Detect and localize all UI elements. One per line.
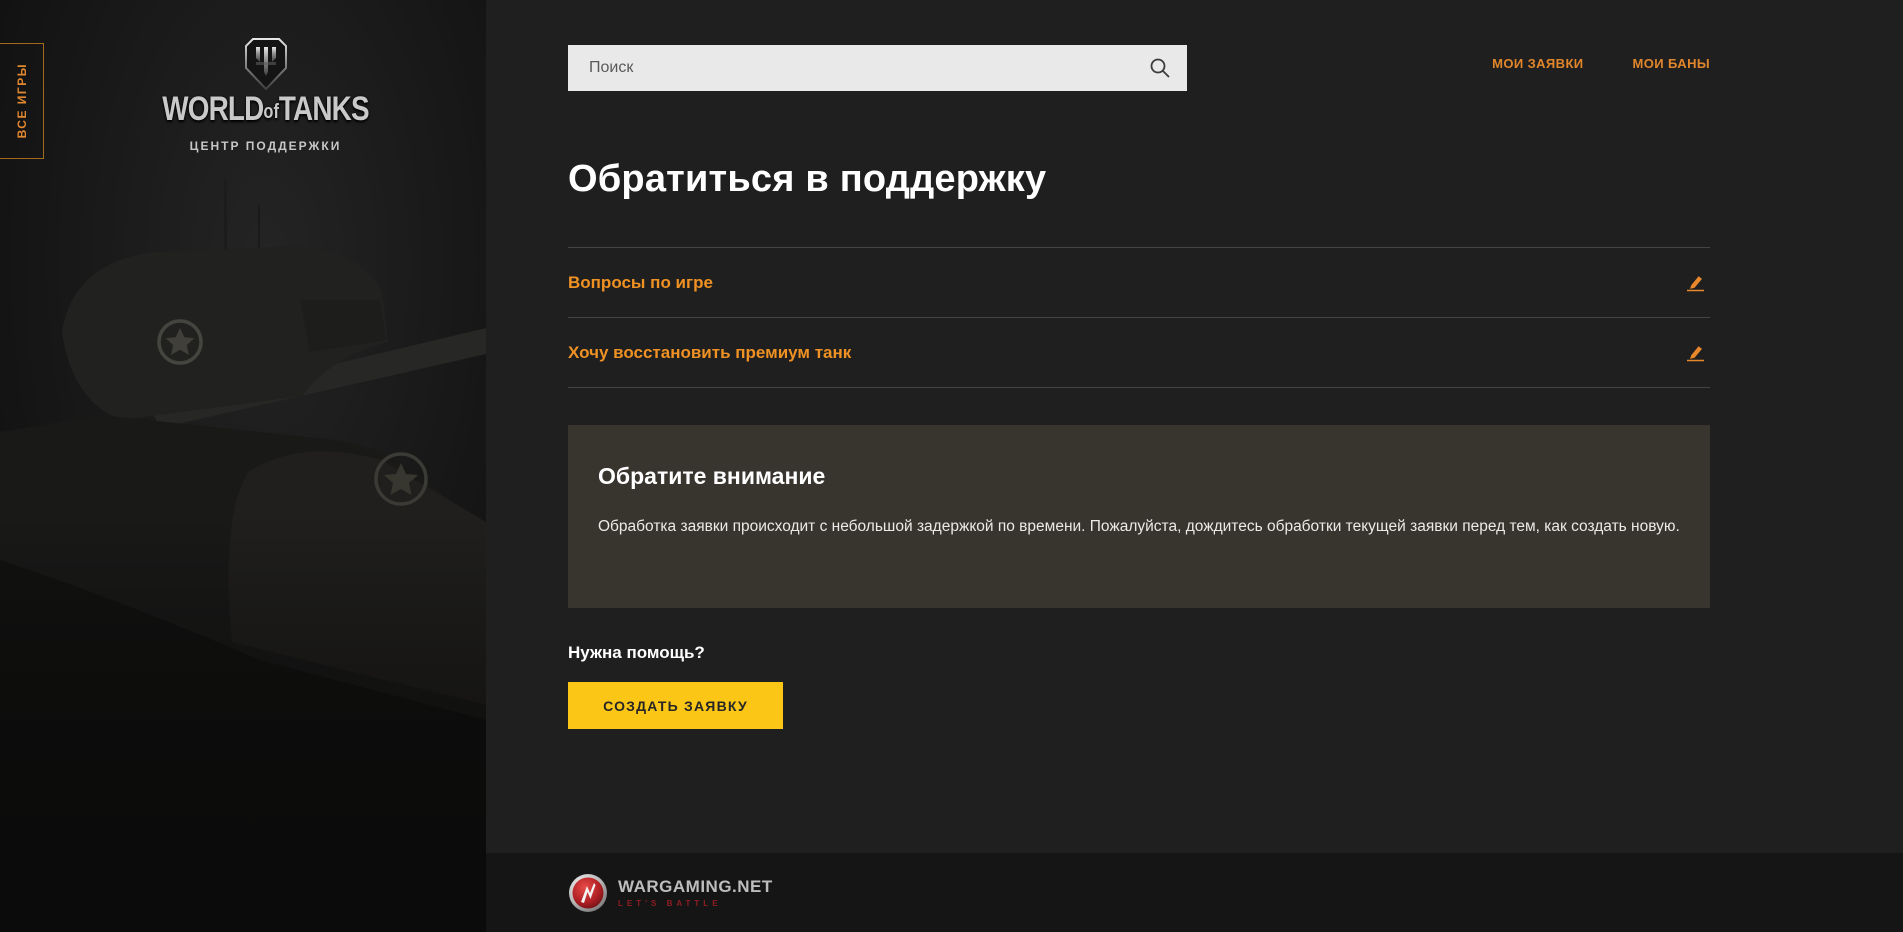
notice-box: Обратите внимание Обработка заявки проис… [568,425,1710,608]
category-row-game-questions[interactable]: Вопросы по игре [568,247,1710,317]
category-label[interactable]: Хочу восстановить премиум танк [568,343,851,363]
category-row-restore-premium-tank[interactable]: Хочу восстановить премиум танк [568,317,1710,387]
wot-shield-icon [245,38,287,90]
support-center-page: ВСЕ ИГРЫ WORLDofTANKS ЦЕНТР ПОДДЕРЖКИ [0,0,1903,932]
search-bar [568,45,1187,91]
support-center-subtitle: ЦЕНТР ПОДДЕРЖКИ [45,139,486,153]
page-title: Обратиться в поддержку [568,158,1046,201]
wargaming-brand-text: WARGAMING.NET [618,878,773,895]
wargaming-wordmark: WARGAMING.NET LET'S BATTLE [618,878,773,908]
all-games-label: ВСЕ ИГРЫ [15,63,29,138]
all-games-tab[interactable]: ВСЕ ИГРЫ [0,43,44,159]
wot-wordmark: WORLDofTANKS [85,92,447,129]
notice-body: Обработка заявки происходит с небольшой … [598,514,1680,540]
edit-button[interactable] [1680,339,1710,366]
divider [568,387,1710,388]
pencil-edit-icon [1684,343,1706,362]
wargaming-emblem-icon [568,873,608,913]
notice-title: Обратите внимание [598,463,1680,490]
wordmark-world: WORLD [162,90,263,128]
create-ticket-button[interactable]: СОЗДАТЬ ЗАЯВКУ [568,682,783,729]
search-button[interactable] [1133,45,1187,91]
main-content: МОИ ЗАЯВКИ МОИ БАНЫ Обратиться в поддерж… [486,0,1903,853]
edit-button[interactable] [1680,269,1710,296]
pencil-edit-icon [1684,273,1706,292]
category-label[interactable]: Вопросы по игре [568,273,713,293]
top-nav: МОИ ЗАЯВКИ МОИ БАНЫ [1492,56,1710,71]
footer: WARGAMING.NET LET'S BATTLE [486,853,1903,932]
wordmark-tanks: TANKS [279,90,369,128]
magnifier-icon [1148,56,1172,80]
sidebar: ВСЕ ИГРЫ WORLDofTANKS ЦЕНТР ПОДДЕРЖКИ [0,0,486,932]
category-list: Вопросы по игре Хочу восстановить премиу… [568,247,1710,388]
wargaming-tagline: LET'S BATTLE [618,899,773,908]
help-prompt: Нужна помощь? [568,643,705,663]
search-input[interactable] [568,45,1133,91]
my-tickets-link[interactable]: МОИ ЗАЯВКИ [1492,56,1583,71]
world-of-tanks-logo[interactable]: WORLDofTANKS ЦЕНТР ПОДДЕРЖКИ [45,38,486,153]
my-bans-link[interactable]: МОИ БАНЫ [1633,56,1710,71]
wargaming-logo[interactable]: WARGAMING.NET LET'S BATTLE [568,873,773,913]
wordmark-of: of [263,101,278,123]
